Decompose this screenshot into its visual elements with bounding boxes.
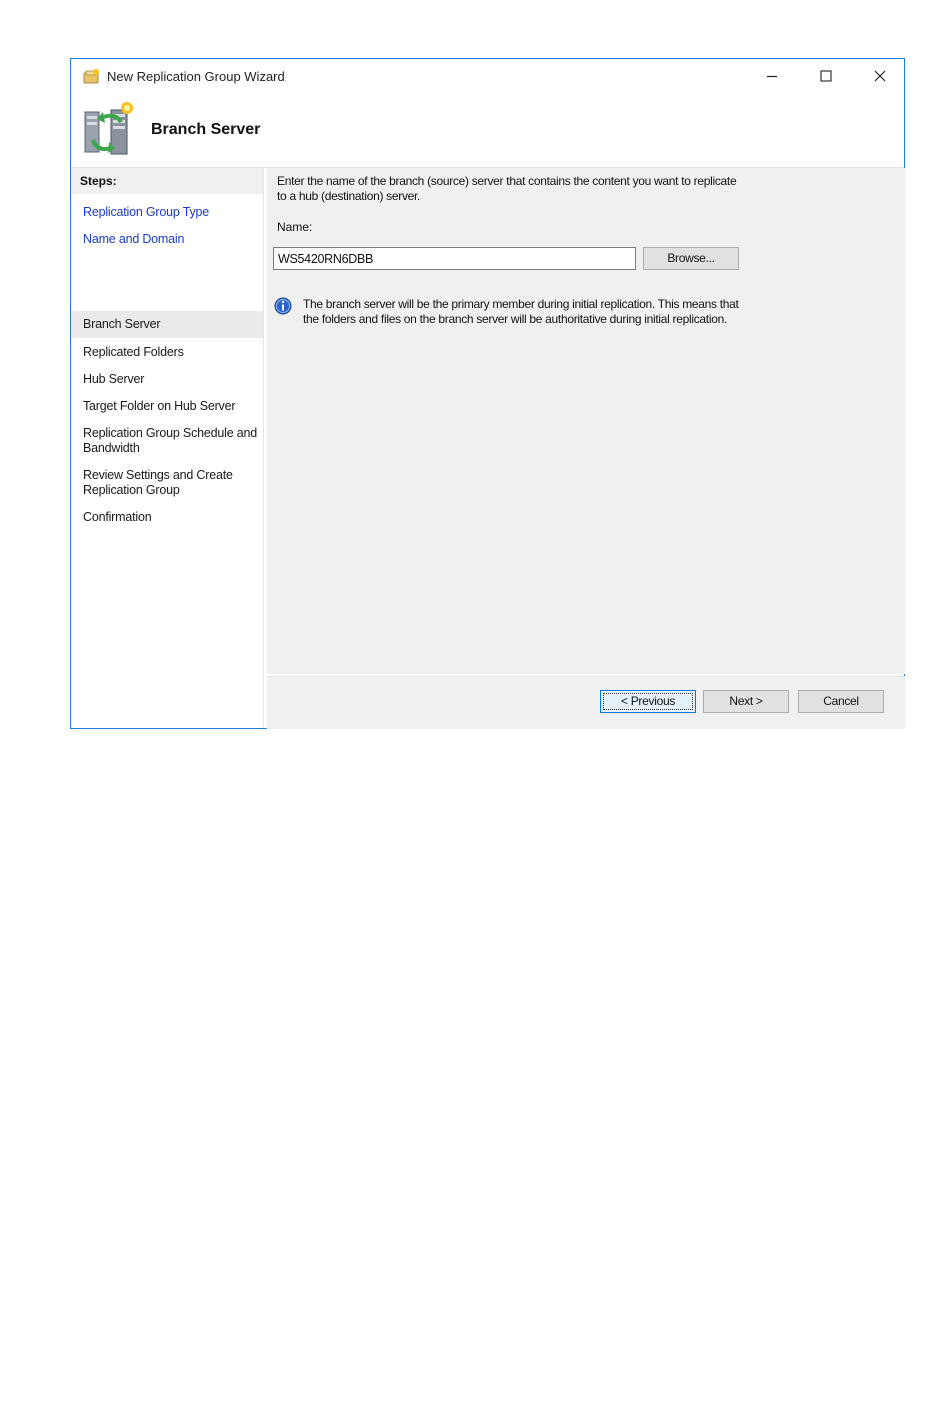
minimize-icon <box>767 75 777 78</box>
page-title: Branch Server <box>151 121 261 138</box>
step-name-and-domain[interactable]: Name and Domain <box>71 232 263 247</box>
step-branch-server: Branch Server <box>71 311 263 338</box>
window-title: New Replication Group Wizard <box>107 69 285 84</box>
close-button[interactable] <box>854 59 906 93</box>
steps-panel: Steps: Replication Group Type Name and D… <box>71 168 264 728</box>
title-bar[interactable]: New Replication Group Wizard <box>71 59 904 95</box>
close-icon <box>874 70 886 82</box>
steps-heading: Steps: <box>71 168 263 194</box>
maximize-icon <box>820 70 832 82</box>
cancel-button[interactable]: Cancel <box>798 690 884 713</box>
step-replication-group-type[interactable]: Replication Group Type <box>71 205 263 220</box>
maximize-button[interactable] <box>800 59 852 93</box>
info-icon <box>274 297 292 315</box>
next-button[interactable]: Next > <box>703 690 789 713</box>
wizard-footer: < Previous Next > Cancel <box>267 676 905 729</box>
info-message: The branch server will be the primary me… <box>303 297 739 326</box>
previous-button[interactable]: < Previous <box>600 690 696 713</box>
name-label: Name: <box>277 220 313 234</box>
minimize-button[interactable] <box>746 59 798 93</box>
step-schedule-bandwidth: Replication Group Schedule and Bandwidth <box>83 426 257 455</box>
step-replicated-folders: Replicated Folders <box>83 345 184 359</box>
previous-button-label: < Previous <box>603 693 693 710</box>
server-name-input[interactable] <box>273 247 636 270</box>
content-panel: Enter the name of the branch (source) se… <box>267 168 905 674</box>
step-target-folder: Target Folder on Hub Server <box>83 399 236 413</box>
step-confirmation: Confirmation <box>83 510 152 524</box>
wizard-window: New Replication Group Wizard Branch Serv… <box>70 58 905 729</box>
instructions-text: Enter the name of the branch (source) se… <box>277 174 737 203</box>
browse-button[interactable]: Browse... <box>643 247 739 270</box>
wizard-header: Branch Server <box>71 95 904 168</box>
step-review-settings: Review Settings and Create Replication G… <box>83 468 233 497</box>
replication-server-icon <box>84 102 133 155</box>
step-hub-server: Hub Server <box>83 372 145 386</box>
wizard-app-icon <box>83 69 99 84</box>
